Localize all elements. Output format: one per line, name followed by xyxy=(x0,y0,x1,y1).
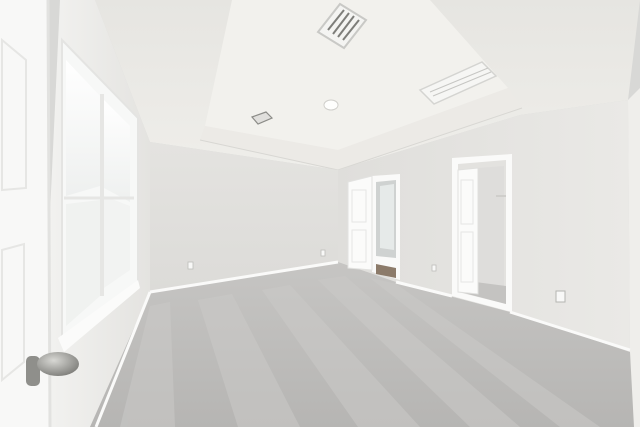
outlet-icon xyxy=(187,261,194,270)
recessed-light-icon xyxy=(323,99,339,111)
bedroom-scene xyxy=(0,0,640,427)
outlet-icon xyxy=(555,290,566,303)
outlet-icon xyxy=(320,249,326,257)
closet-doorway xyxy=(452,154,512,312)
outlet-icon xyxy=(431,264,437,272)
room-photo xyxy=(0,0,640,427)
bathroom-doorway xyxy=(347,174,400,280)
